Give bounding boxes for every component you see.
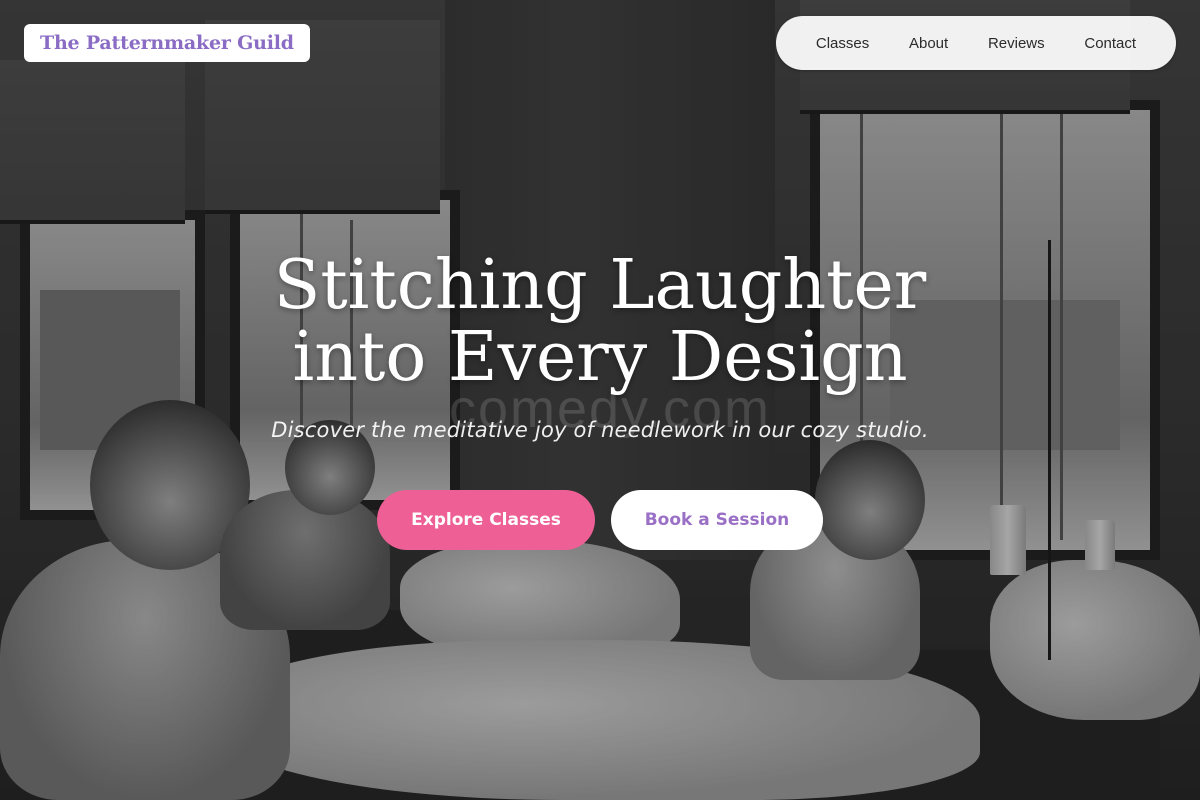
hero-subtitle: Discover the meditative joy of needlewor…	[271, 418, 929, 442]
nav-item-about[interactable]: About	[909, 35, 948, 52]
hero-title-line-1: Stitching Laughter	[273, 246, 927, 325]
site-logo[interactable]: The Patternmaker Guild	[24, 24, 310, 62]
nav-item-classes[interactable]: Classes	[816, 35, 869, 52]
hero-title-line-2: into Every Design	[292, 318, 908, 397]
hero-title: Stitching Laughter into Every Design	[0, 250, 1200, 394]
explore-classes-button[interactable]: Explore Classes	[377, 490, 595, 550]
book-session-label: Book a Session	[644, 510, 790, 530]
nav-item-reviews[interactable]: Reviews	[988, 35, 1045, 52]
explore-classes-label: Explore Classes	[411, 510, 561, 530]
nav-item-contact[interactable]: Contact	[1084, 35, 1136, 52]
main-nav: Classes About Reviews Contact	[776, 16, 1176, 70]
book-session-button[interactable]: Book a Session	[611, 490, 823, 550]
site-logo-text: The Patternmaker Guild	[40, 32, 294, 54]
